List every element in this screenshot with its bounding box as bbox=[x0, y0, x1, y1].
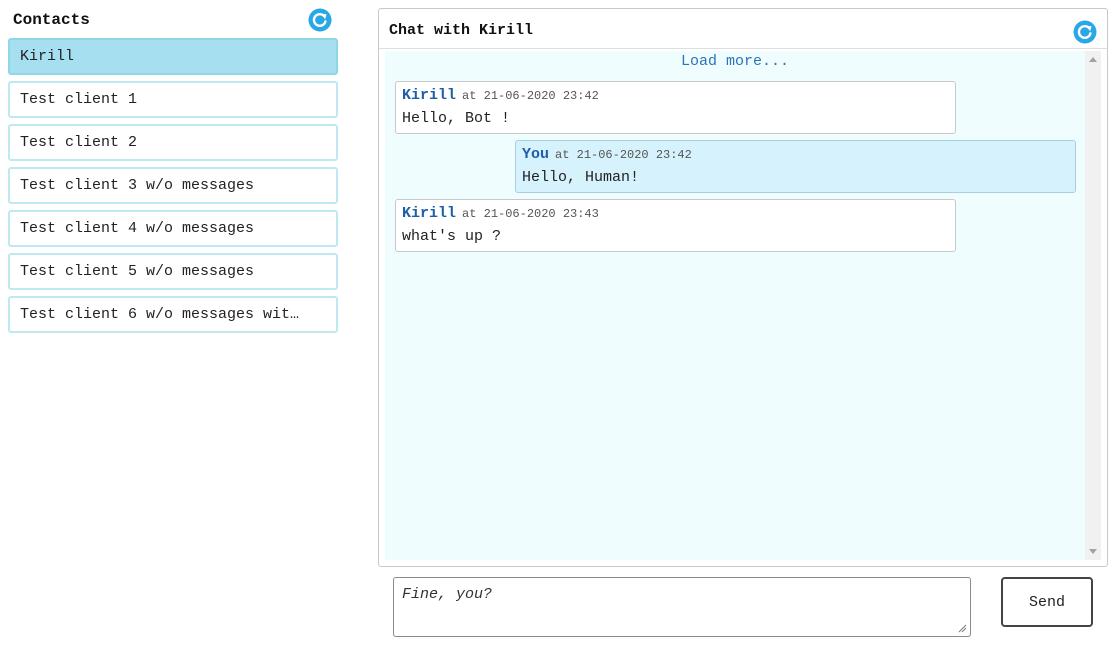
message-time: at 21-06-2020 23:42 bbox=[462, 89, 599, 103]
scrollbar[interactable] bbox=[1085, 51, 1101, 560]
contacts-panel: Contacts Kirill Test client 1 Test clien… bbox=[8, 8, 338, 339]
message-text: Hello, Bot ! bbox=[402, 110, 511, 127]
message-author: Kirill bbox=[402, 205, 457, 222]
contact-item-test-client-5[interactable]: Test client 5 w/o messages bbox=[8, 253, 338, 290]
contact-item-test-client-3[interactable]: Test client 3 w/o messages bbox=[8, 167, 338, 204]
message-item: You at 21-06-2020 23:42 Hello, Human! bbox=[515, 140, 1076, 193]
contact-item-test-client-6[interactable]: Test client 6 w/o messages wit… bbox=[8, 296, 338, 333]
message-author: You bbox=[522, 146, 550, 163]
message-meta: Kirill at 21-06-2020 23:43 bbox=[402, 205, 949, 225]
message-meta: Kirill at 21-06-2020 23:42 bbox=[402, 87, 949, 107]
resize-grip-icon[interactable] bbox=[957, 623, 967, 633]
contacts-title: Contacts bbox=[13, 11, 90, 29]
contact-item-test-client-4[interactable]: Test client 4 w/o messages bbox=[8, 210, 338, 247]
message-input[interactable]: Fine, you? bbox=[393, 577, 971, 637]
chat-header: Chat with Kirill bbox=[379, 9, 1107, 49]
contact-item-test-client-1[interactable]: Test client 1 bbox=[8, 81, 338, 118]
message-time: at 21-06-2020 23:42 bbox=[555, 148, 692, 162]
contacts-header: Contacts bbox=[8, 8, 338, 38]
message-text: Hello, Human! bbox=[522, 169, 640, 186]
chat-title: Chat with Kirill bbox=[389, 22, 534, 39]
contact-item-kirill[interactable]: Kirill bbox=[8, 38, 338, 75]
chat-panel: Chat with Kirill Load more... Kirill at 2… bbox=[378, 8, 1108, 567]
refresh-icon[interactable] bbox=[1073, 20, 1097, 44]
contact-item-test-client-2[interactable]: Test client 2 bbox=[8, 124, 338, 161]
scroll-down-arrow-icon[interactable] bbox=[1089, 549, 1097, 554]
message-item: Kirill at 21-06-2020 23:43 what's up ? bbox=[395, 199, 956, 252]
message-meta: You at 21-06-2020 23:42 bbox=[522, 146, 1069, 166]
message-text: what's up ? bbox=[402, 228, 502, 245]
message-time: at 21-06-2020 23:43 bbox=[462, 207, 599, 221]
contact-list: Kirill Test client 1 Test client 2 Test … bbox=[8, 38, 338, 333]
message-item: Kirill at 21-06-2020 23:42 Hello, Bot ! bbox=[395, 81, 956, 134]
send-button[interactable]: Send bbox=[1001, 577, 1093, 627]
message-author: Kirill bbox=[402, 87, 457, 104]
message-list[interactable]: Load more... Kirill at 21-06-2020 23:42 H… bbox=[385, 51, 1101, 560]
load-more-link[interactable]: Load more... bbox=[385, 53, 1085, 70]
refresh-icon[interactable] bbox=[308, 8, 332, 32]
scroll-up-arrow-icon[interactable] bbox=[1089, 57, 1097, 62]
